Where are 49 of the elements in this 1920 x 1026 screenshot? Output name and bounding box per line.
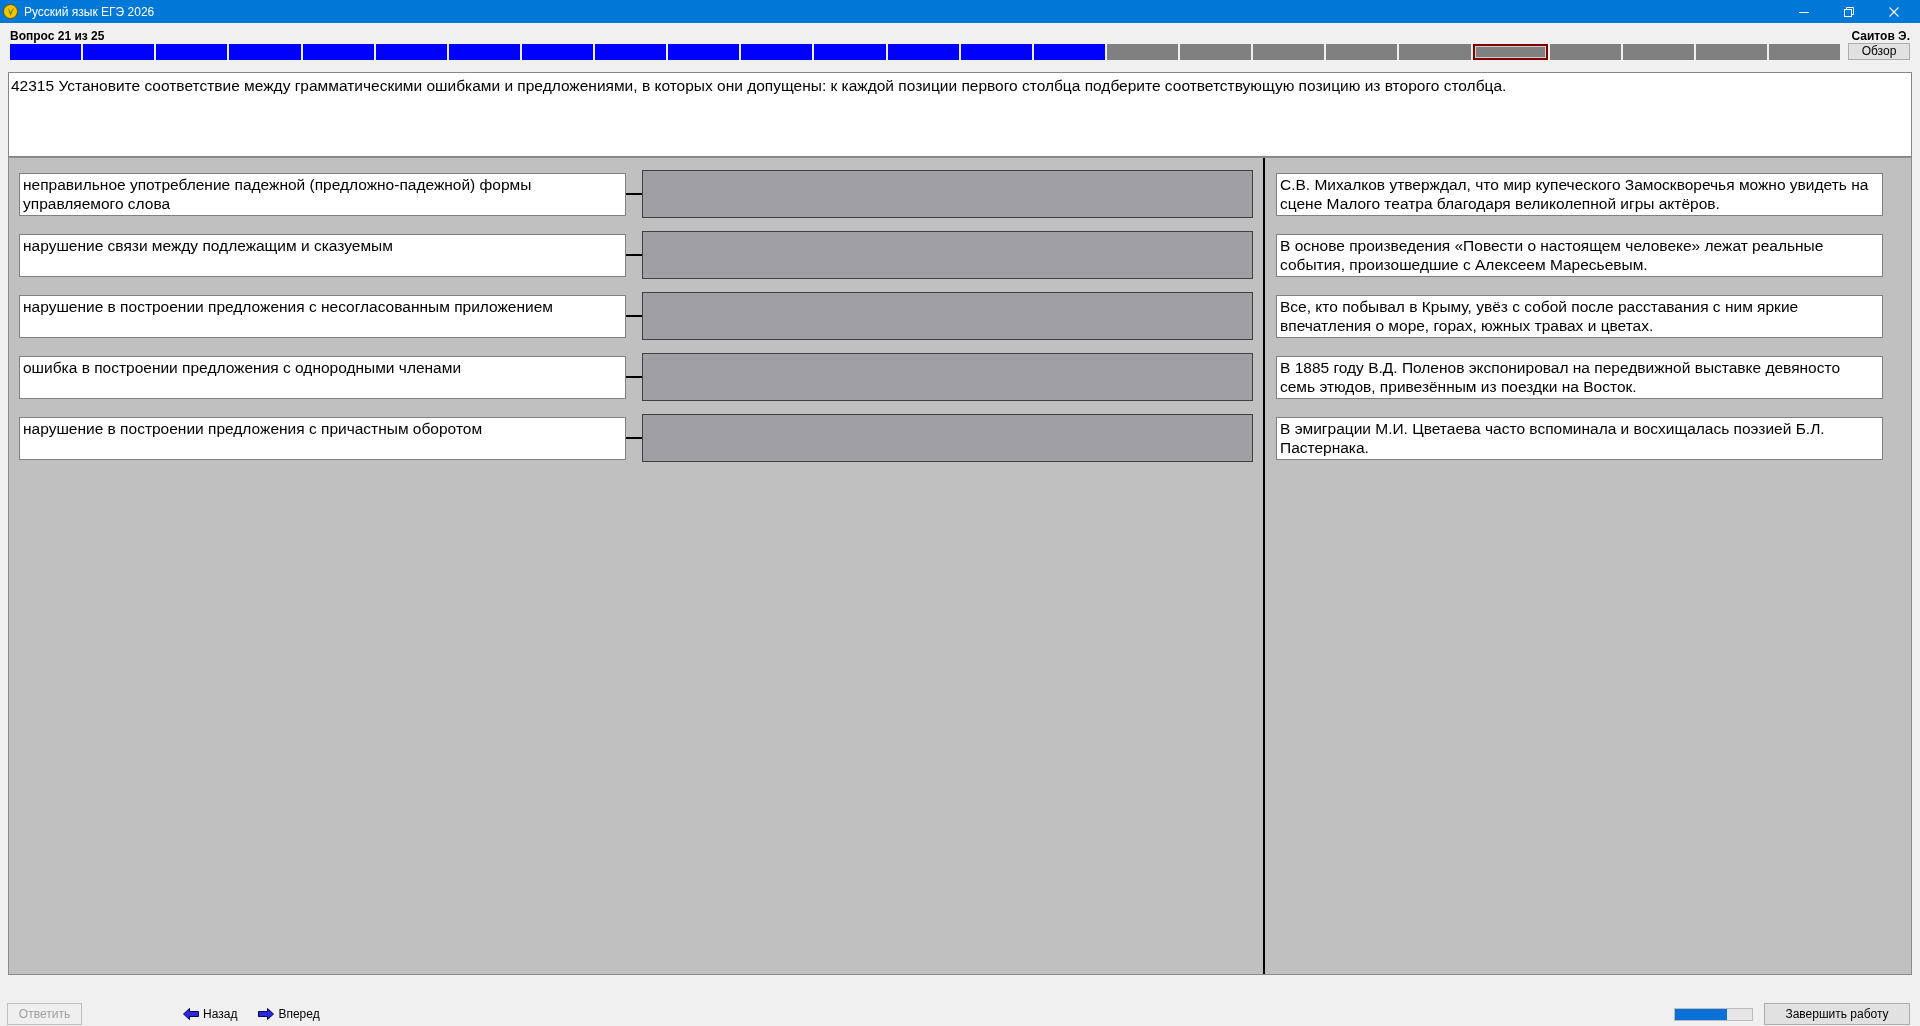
question-tab[interactable] bbox=[156, 43, 228, 60]
answer-slot[interactable] bbox=[642, 292, 1253, 340]
answer-slot[interactable] bbox=[642, 170, 1253, 218]
sentence-item[interactable]: В 1885 году В.Д. Поленов экспонировал на передвижной выставке девяносто семь этюдов, привезённым из поездки на Восток. bbox=[1276, 355, 1883, 399]
connector-line bbox=[626, 193, 642, 195]
sentence-item[interactable]: В основе произведения «Повести о настоящем человеке» лежат реальные события, произошедшие с Алексеем Маресьевым. bbox=[1276, 233, 1883, 277]
question-tab[interactable] bbox=[814, 43, 886, 60]
sentence-item[interactable]: В эмиграции М.И. Цветаева часто вспоминала и восхищалась поэзией Б.Л. Пастернака. bbox=[1276, 416, 1883, 460]
arrow-left-icon bbox=[183, 1008, 199, 1020]
app-icon bbox=[3, 4, 18, 19]
sentence-item[interactable]: Все, кто побывал в Крыму, увёз с собой после расставания с ним яркие впечатления о море, горах, южных травах и цветах. bbox=[1276, 294, 1883, 338]
forward-button[interactable]: Вперед bbox=[258, 1003, 320, 1025]
answer-slot[interactable] bbox=[642, 414, 1253, 462]
error-type-item[interactable]: ошибка в построении предложения с однородными членами bbox=[19, 355, 626, 399]
arrow-right-icon bbox=[258, 1008, 275, 1020]
error-type-item[interactable]: нарушение в построении предложения с несогласованным приложением bbox=[19, 294, 626, 338]
user-name: Саитов Э. bbox=[1851, 29, 1910, 43]
error-type-item[interactable]: неправильное употребление падежной (предложно-падежной) формы управляемого слова bbox=[19, 172, 626, 216]
question-tab[interactable] bbox=[448, 43, 520, 60]
question-tab[interactable] bbox=[521, 43, 593, 60]
question-tab[interactable] bbox=[887, 43, 959, 60]
connector-line bbox=[626, 254, 642, 256]
connector-line bbox=[626, 437, 642, 439]
close-icon[interactable] bbox=[1889, 6, 1899, 17]
answer-slot[interactable] bbox=[642, 353, 1253, 401]
restore-icon[interactable] bbox=[1844, 6, 1854, 17]
question-tab[interactable] bbox=[1472, 43, 1548, 60]
error-type-item[interactable]: нарушение в построении предложения с причастным оборотом bbox=[19, 416, 626, 460]
question-tab[interactable] bbox=[229, 43, 301, 60]
question-counter: Вопрос 21 из 25 bbox=[10, 29, 105, 43]
question-text: 42315 Установите соответствие между грамматическими ошибками и предложениями, в которых они допущены: к каждой позиции первого столбца подберите соответствующую позицию из второго столбца. bbox=[8, 72, 1912, 157]
question-tab[interactable] bbox=[960, 43, 1032, 60]
question-tab[interactable] bbox=[10, 43, 82, 60]
connector-line bbox=[626, 315, 642, 317]
connector-line bbox=[626, 376, 642, 378]
window-title: Русский язык ЕГЭ 2026 bbox=[24, 4, 155, 19]
question-tab[interactable] bbox=[1033, 43, 1105, 60]
sentence-item[interactable]: С.В. Михалков утверждал, что мир купеческого Замоскворечья можно увидеть на сцене Малого театра благодаря великолепной игры актёров. bbox=[1276, 172, 1883, 216]
question-tab[interactable] bbox=[741, 43, 813, 60]
error-type-item[interactable]: нарушение связи между подлежащим и сказуемым bbox=[19, 233, 626, 277]
question-tab[interactable] bbox=[83, 43, 155, 60]
back-button[interactable]: Назад bbox=[183, 1003, 238, 1025]
question-tab[interactable] bbox=[302, 43, 374, 60]
answer-slot[interactable] bbox=[642, 231, 1253, 279]
finish-button[interactable]: Завершить работу bbox=[1764, 1003, 1910, 1025]
question-tab[interactable] bbox=[668, 43, 740, 60]
question-tab[interactable] bbox=[375, 43, 447, 60]
question-tab[interactable] bbox=[595, 43, 667, 60]
overview-button[interactable]: Обзор bbox=[1848, 43, 1910, 60]
